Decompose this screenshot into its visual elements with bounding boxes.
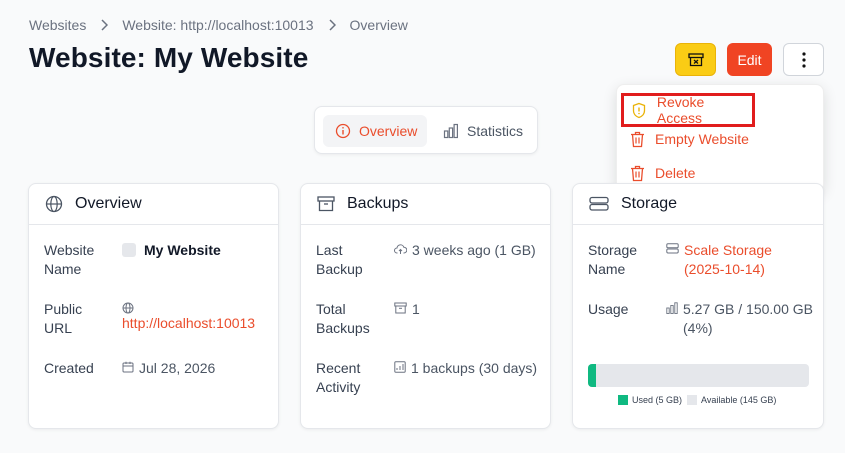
more-options-button[interactable] (783, 43, 824, 76)
info-icon (335, 123, 351, 139)
edit-button[interactable]: Edit (727, 43, 772, 76)
shield-alert-icon (629, 100, 649, 120)
breadcrumb: Websites Website: http://localhost:10013… (29, 17, 408, 33)
trash-icon (627, 129, 647, 149)
menu-item-label: Delete (655, 165, 696, 181)
tab-label: Overview (359, 123, 418, 139)
website-favicon (122, 243, 136, 257)
field-label: Created (44, 360, 94, 376)
legend-swatch-used (618, 395, 628, 405)
backups-card: Backups Last Backup 3 weeks ago (1 GB) T… (300, 183, 551, 429)
card-title: Backups (347, 195, 409, 212)
calendar-icon (122, 361, 134, 373)
field-value: 1 backups (30 days) (394, 359, 564, 378)
card-header: Backups (301, 184, 550, 225)
field-value: My Website (122, 241, 292, 260)
field-label: Public URL (44, 301, 83, 336)
field-value: Jul 28, 2026 (122, 359, 292, 378)
card-title: Overview (75, 195, 142, 212)
breadcrumb-websites[interactable]: Websites (29, 17, 86, 33)
legend-swatch-available (687, 395, 698, 405)
globe-icon (122, 302, 134, 314)
activity-chart-icon (394, 361, 406, 373)
card-header: Overview (29, 184, 278, 225)
usage-value: 5.27 GB / 150.00 GB (4%) (683, 301, 813, 336)
globe-icon (45, 195, 63, 213)
legend-label: Available (145 GB) (701, 395, 777, 405)
hard-drive-icon (666, 243, 679, 254)
bar-chart-icon (666, 302, 678, 314)
field-label: Last Backup (316, 242, 363, 277)
menu-item-revoke-access[interactable]: Revoke Access (621, 93, 755, 127)
archive-box-icon (394, 302, 407, 314)
chevron-right-icon (328, 19, 336, 31)
public-url-link[interactable]: http://localhost:10013 (122, 314, 255, 333)
more-vertical-icon (801, 51, 806, 68)
field-value: 3 weeks ago (1 GB) (394, 241, 564, 260)
storage-card: Storage Storage Name Scale Storage (2025… (572, 183, 824, 429)
tab-statistics[interactable]: Statistics (435, 115, 531, 147)
chevron-right-icon (100, 19, 109, 31)
field-value: 1 (394, 300, 564, 319)
storage-usage-bar (588, 364, 809, 387)
breadcrumb-website[interactable]: Website: http://localhost:10013 (122, 17, 313, 33)
archive-button[interactable] (675, 43, 716, 76)
page-title: Website: My Website (29, 42, 309, 73)
field-value: http://localhost:10013 (122, 300, 292, 333)
field-label: Usage (588, 301, 629, 317)
actions-dropdown-menu: Revoke Access Empty Website Delete (616, 84, 824, 192)
trash-icon (627, 163, 647, 183)
bar-chart-icon (443, 123, 459, 139)
hard-drive-icon (589, 196, 609, 212)
legend-available: Available (145 GB) (687, 395, 776, 405)
created-value: Jul 28, 2026 (139, 360, 216, 376)
menu-item-label: Revoke Access (656, 94, 705, 126)
menu-item-delete[interactable]: Delete (627, 163, 695, 183)
cloud-upload-icon (394, 243, 407, 255)
field-label: Total Backups (316, 301, 370, 336)
website-name-value: My Website (144, 242, 221, 258)
tab-label: Statistics (467, 123, 524, 139)
legend-label: Used (5 GB) (632, 395, 683, 405)
field-label: Recent Activity (316, 360, 361, 395)
legend-used: Used (5 GB) (618, 395, 682, 405)
field-label: Website Name (44, 242, 95, 277)
last-backup-value: 3 weeks ago (1 GB) (412, 242, 536, 258)
breadcrumb-overview: Overview (349, 17, 408, 33)
card-header: Storage (573, 184, 823, 225)
overview-card: Overview Website Name My Website Public … (28, 183, 279, 429)
field-value: 5.27 GB / 150.00 GB (4%) (666, 300, 836, 338)
archive-x-icon (687, 52, 704, 67)
view-tabs: Overview Statistics (314, 106, 538, 154)
archive-box-icon (317, 196, 335, 212)
storage-name-link[interactable]: Scale Storage (2025-10-14) (684, 241, 794, 279)
storage-used-fill (588, 364, 596, 387)
storage-legend: Used (5 GB) Available (145 GB) (618, 395, 781, 405)
field-value: Scale Storage (2025-10-14) (666, 241, 836, 279)
menu-item-empty-website[interactable]: Empty Website (627, 129, 749, 149)
menu-item-label: Empty Website (655, 131, 749, 147)
tab-overview[interactable]: Overview (323, 115, 427, 147)
field-label: Storage Name (588, 242, 638, 277)
total-backups-value: 1 (412, 301, 420, 317)
card-title: Storage (621, 195, 678, 212)
recent-activity-value: 1 backups (30 days) (411, 360, 538, 376)
